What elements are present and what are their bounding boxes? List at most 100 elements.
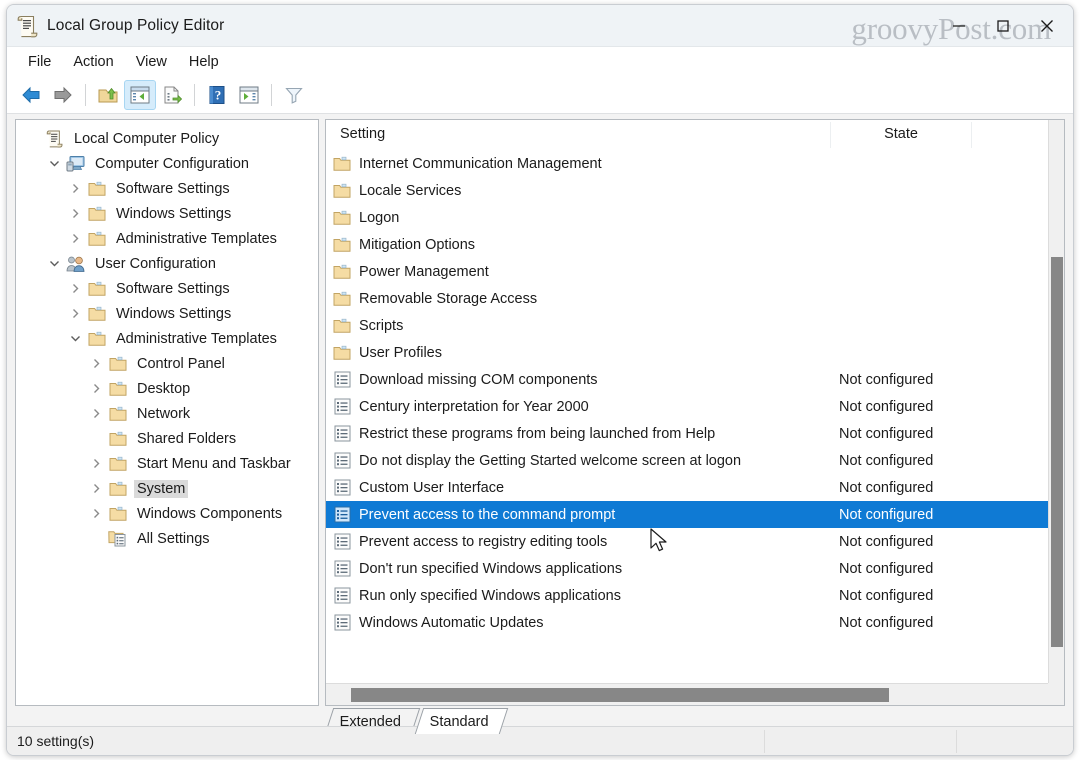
- tree-item-computer-configuration[interactable]: Computer Configuration: [16, 151, 318, 176]
- tree-item-label: Administrative Templates: [116, 230, 277, 247]
- chevron-right-icon[interactable]: [85, 401, 107, 426]
- setting-state: Not configured: [839, 614, 934, 631]
- setting-name: Century interpretation for Year 2000: [359, 398, 589, 415]
- folder-icon: [107, 404, 129, 424]
- table-row[interactable]: Download missing COM components Not confi…: [326, 366, 1048, 393]
- table-row[interactable]: Restrict these programs from being launc…: [326, 420, 1048, 447]
- chevron-right-icon[interactable]: [85, 476, 107, 501]
- table-row[interactable]: Prevent access to registry editing tools…: [326, 528, 1048, 555]
- table-row[interactable]: Windows Automatic Updates Not configured: [326, 609, 1048, 636]
- close-icon[interactable]: [1025, 7, 1069, 45]
- folder-icon: [107, 379, 129, 399]
- chevron-right-icon[interactable]: [64, 226, 86, 251]
- tree-item-system[interactable]: System: [16, 476, 318, 501]
- export-list-icon[interactable]: [156, 80, 188, 110]
- back-arrow-icon[interactable]: [15, 80, 47, 110]
- chevron-right-icon[interactable]: [64, 276, 86, 301]
- chevron-right-icon[interactable]: [85, 376, 107, 401]
- tree-item-network[interactable]: Network: [16, 401, 318, 426]
- tree-item-control-panel[interactable]: Control Panel: [16, 351, 318, 376]
- tree-item-label: Software Settings: [116, 280, 230, 297]
- policy-setting-icon: [332, 532, 352, 552]
- policy-setting-icon: [332, 451, 352, 471]
- chevron-right-icon[interactable]: [64, 201, 86, 226]
- minimize-icon[interactable]: [937, 7, 981, 45]
- table-row[interactable]: Internet Communication Management: [326, 150, 1048, 177]
- tree-item-administrative-templates[interactable]: Administrative Templates: [16, 326, 318, 351]
- horizontal-scrollbar-thumb[interactable]: [351, 688, 889, 702]
- tree-item-desktop[interactable]: Desktop: [16, 376, 318, 401]
- table-row[interactable]: Mitigation Options: [326, 231, 1048, 258]
- menu-item-help[interactable]: Help: [178, 51, 230, 73]
- chevron-down-icon[interactable]: [43, 251, 65, 276]
- toolbar: ?: [7, 77, 1073, 114]
- vertical-scrollbar-thumb[interactable]: [1051, 257, 1063, 647]
- table-row[interactable]: Don't run specified Windows applications…: [326, 555, 1048, 582]
- horizontal-scrollbar[interactable]: [326, 683, 1048, 705]
- chevron-right-icon[interactable]: [85, 501, 107, 526]
- tab-standard[interactable]: Standard: [414, 708, 509, 734]
- show-hide-console-tree-icon[interactable]: [124, 80, 156, 110]
- chevron-right-icon[interactable]: [64, 176, 86, 201]
- tree-item-all-settings[interactable]: All Settings: [16, 526, 318, 551]
- folder-icon: [332, 181, 352, 201]
- folder-icon: [86, 179, 108, 199]
- column-divider[interactable]: [971, 122, 972, 148]
- tree-item-label: Administrative Templates: [116, 330, 277, 347]
- tree-item-software-settings[interactable]: Software Settings: [16, 276, 318, 301]
- folder-icon: [107, 479, 129, 499]
- folder-icon: [332, 235, 352, 255]
- menu-item-action[interactable]: Action: [62, 51, 124, 73]
- setting-state: Not configured: [839, 479, 934, 496]
- menu-item-view[interactable]: View: [125, 51, 178, 73]
- tree-item-windows-components[interactable]: Windows Components: [16, 501, 318, 526]
- tree-item-label: Windows Settings: [116, 205, 232, 222]
- help-icon[interactable]: ?: [201, 80, 233, 110]
- chevron-right-icon[interactable]: [85, 451, 107, 476]
- menu-item-file[interactable]: File: [17, 51, 62, 73]
- policy-setting-icon: [332, 424, 352, 444]
- console-tree-pane[interactable]: Local Computer Policy Computer Configurat…: [15, 119, 319, 706]
- tree-item-shared-folders[interactable]: Shared Folders: [16, 426, 318, 451]
- table-row[interactable]: Do not display the Getting Started welco…: [326, 447, 1048, 474]
- list-column-headers: Setting State: [326, 120, 1064, 150]
- setting-name: Scripts: [359, 317, 404, 334]
- status-divider: [764, 730, 765, 753]
- chevron-down-icon[interactable]: [64, 326, 86, 351]
- maximize-icon[interactable]: [981, 7, 1025, 45]
- up-one-level-icon[interactable]: [92, 80, 124, 110]
- chevron-down-icon[interactable]: [43, 151, 65, 176]
- chevron-right-icon[interactable]: [85, 351, 107, 376]
- table-row[interactable]: Prevent access to the command prompt Not …: [326, 501, 1048, 528]
- tree-item-label: Control Panel: [137, 355, 225, 372]
- tree-item-local-computer-policy[interactable]: Local Computer Policy: [16, 126, 318, 151]
- table-row[interactable]: Removable Storage Access: [326, 285, 1048, 312]
- tree-item-user-configuration[interactable]: User Configuration: [16, 251, 318, 276]
- table-row[interactable]: Run only specified Windows applications N…: [326, 582, 1048, 609]
- settings-list-pane[interactable]: Setting State Internet Communication Man…: [325, 119, 1065, 706]
- status-text: 10 setting(s): [17, 733, 95, 749]
- tree-item-start-menu-and-taskbar[interactable]: Start Menu and Taskbar: [16, 451, 318, 476]
- table-row[interactable]: Custom User Interface Not configured: [326, 474, 1048, 501]
- vertical-scrollbar[interactable]: [1048, 120, 1064, 683]
- tree-item-windows-settings[interactable]: Windows Settings: [16, 301, 318, 326]
- tree-item-administrative-templates[interactable]: Administrative Templates: [16, 226, 318, 251]
- table-row[interactable]: Logon: [326, 204, 1048, 231]
- table-row[interactable]: Locale Services: [326, 177, 1048, 204]
- tree-item-windows-settings[interactable]: Windows Settings: [16, 201, 318, 226]
- setting-state: Not configured: [839, 560, 934, 577]
- table-row[interactable]: Century interpretation for Year 2000 Not …: [326, 393, 1048, 420]
- chevron-right-icon[interactable]: [64, 301, 86, 326]
- policy-setting-icon: [332, 559, 352, 579]
- table-row[interactable]: User Profiles: [326, 339, 1048, 366]
- table-row[interactable]: Power Management: [326, 258, 1048, 285]
- forward-arrow-icon[interactable]: [47, 80, 79, 110]
- filter-icon[interactable]: [278, 80, 310, 110]
- toolbar-separator: [85, 84, 86, 106]
- column-header-state[interactable]: State: [831, 126, 971, 142]
- column-header-setting[interactable]: Setting: [340, 126, 385, 142]
- show-hide-action-pane-icon[interactable]: [233, 80, 265, 110]
- tree-item-software-settings[interactable]: Software Settings: [16, 176, 318, 201]
- user-icon: [65, 254, 87, 274]
- table-row[interactable]: Scripts: [326, 312, 1048, 339]
